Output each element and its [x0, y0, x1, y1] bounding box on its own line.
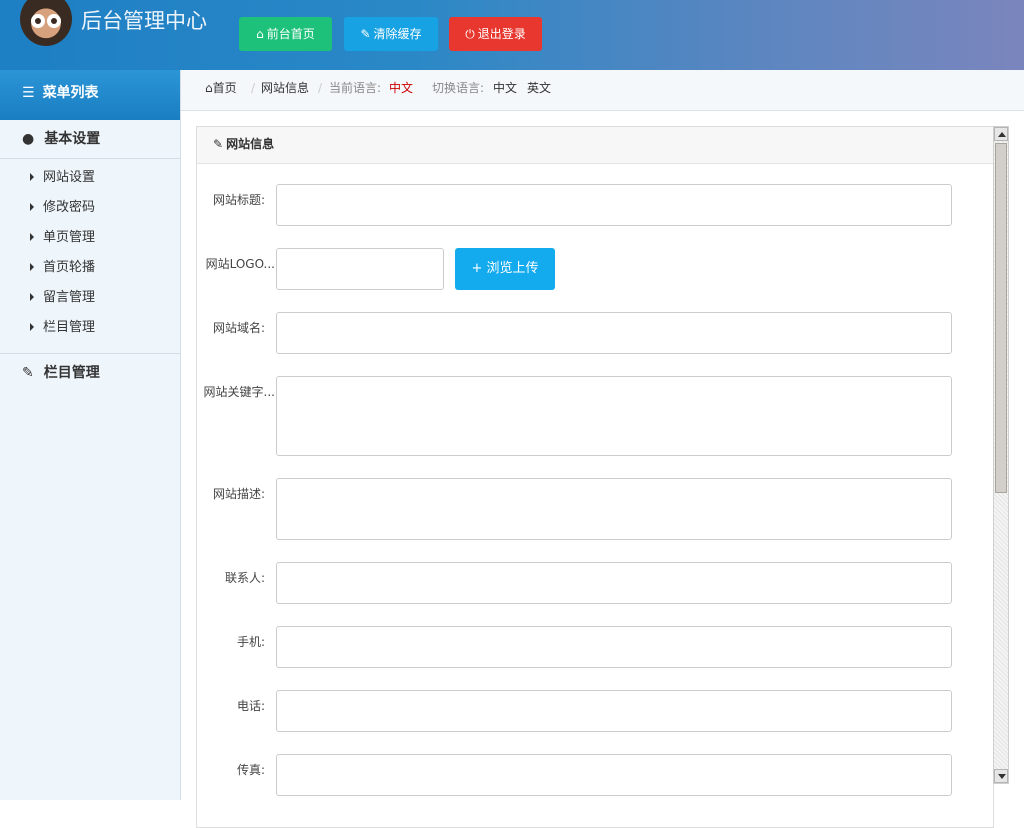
mobile-label: 手机: [236, 635, 265, 649]
sidebar-item-home-carousel[interactable]: 首页轮播 [0, 253, 180, 283]
wrench-icon: ✎ [360, 27, 371, 41]
breadcrumb-home[interactable]: ⌂首页 [205, 70, 237, 106]
site-keywords-textarea[interactable] [276, 376, 952, 456]
site-logo-input[interactable] [276, 248, 444, 290]
scrollbar-thumb[interactable] [995, 143, 1007, 493]
caret-right-icon [30, 263, 34, 271]
caret-right-icon [30, 173, 34, 181]
site-description-textarea[interactable] [276, 478, 952, 540]
site-logo-label: 网站LOGO... [205, 257, 275, 271]
caret-right-icon [30, 203, 34, 211]
edit-icon: ✎ [22, 365, 34, 381]
sidebar: ☰ 菜单列表 ● 基本设置 网站设置 修改密码 单页管理 首页轮播 留言管理 栏目管… [0, 70, 181, 800]
site-keywords-label: 网站关键字... [203, 385, 275, 399]
sidebar-item-single-pages[interactable]: 单页管理 [0, 223, 180, 253]
breadcrumb: ⌂首页 / 网站信息 / 当前语言: 中文 切换语言: 中文 英文 [181, 70, 1024, 111]
site-info-panel: ✎ 网站信息 网站标题: 网站LOGO... + 浏览上传 网站域名: 网站关键字… [196, 126, 994, 828]
caret-right-icon [30, 293, 34, 301]
power-icon: ⏻ [465, 27, 475, 41]
contact-person-label: 联系人: [224, 571, 265, 585]
site-title-input[interactable] [276, 184, 952, 226]
edit-icon: ✎ [213, 137, 224, 151]
sidebar-item-categories[interactable]: 栏目管理 [0, 313, 180, 343]
user-icon: ● [22, 131, 35, 147]
current-language-value: 中文 [389, 81, 414, 95]
scroll-up-arrow-icon[interactable] [994, 127, 1008, 141]
site-domain-label: 网站域名: [212, 321, 265, 335]
sidebar-item-site-settings[interactable]: 网站设置 [0, 163, 180, 193]
sidebar-group-category-management[interactable]: ✎ 栏目管理 [0, 354, 180, 392]
switch-language-label: 切换语言: [432, 81, 485, 95]
menu-list-header: ☰ 菜单列表 [0, 70, 180, 120]
sidebar-group-basic-settings[interactable]: ● 基本设置 [0, 120, 180, 159]
contact-person-input[interactable] [276, 562, 952, 604]
app-title: 后台管理中心 [81, 9, 207, 33]
language-option-chinese[interactable]: 中文 [493, 70, 517, 106]
scroll-down-arrow-icon[interactable] [994, 769, 1008, 783]
language-option-english[interactable]: 英文 [527, 70, 551, 106]
site-description-label: 网站描述: [212, 487, 265, 501]
breadcrumb-separator: / [318, 81, 323, 95]
breadcrumb-current: 网站信息 [261, 81, 310, 95]
caret-right-icon [30, 233, 34, 241]
avatar [20, 0, 72, 46]
browse-upload-button[interactable]: + 浏览上传 [455, 248, 555, 290]
sidebar-items: 网站设置 修改密码 单页管理 首页轮播 留言管理 栏目管理 [0, 159, 180, 354]
mobile-input[interactable] [276, 626, 952, 668]
home-icon: ⌂ [256, 27, 264, 41]
fax-label: 传真: [236, 763, 265, 777]
logout-button[interactable]: ⏻ 退出登录 [449, 17, 542, 51]
frontend-home-button[interactable]: ⌂ 前台首页 [239, 17, 332, 51]
clear-cache-button[interactable]: ✎ 清除缓存 [344, 17, 438, 51]
current-language-label: 当前语言: [329, 81, 382, 95]
sidebar-item-change-password[interactable]: 修改密码 [0, 193, 180, 223]
list-icon: ☰ [22, 85, 35, 101]
breadcrumb-separator: / [251, 81, 256, 95]
fax-input[interactable] [276, 754, 952, 796]
phone-input[interactable] [276, 690, 952, 732]
phone-label: 电话: [236, 699, 265, 713]
home-icon: ⌂ [205, 81, 213, 95]
sidebar-item-messages[interactable]: 留言管理 [0, 283, 180, 313]
panel-header: ✎ 网站信息 [197, 127, 993, 164]
site-title-label: 网站标题: [212, 193, 265, 207]
site-domain-input[interactable] [276, 312, 952, 354]
caret-right-icon [30, 323, 34, 331]
top-header: 后台管理中心 ⌂ 前台首页 ✎ 清除缓存 ⏻ 退出登录 [0, 0, 1024, 70]
vertical-scrollbar[interactable] [993, 126, 1009, 784]
